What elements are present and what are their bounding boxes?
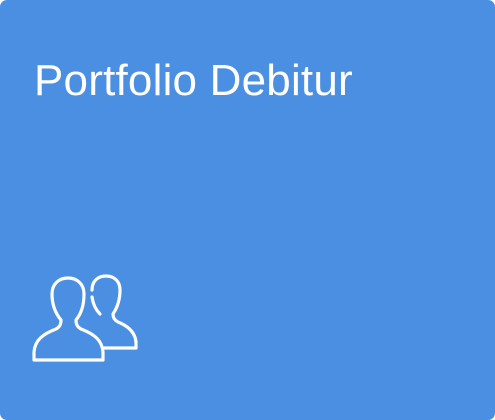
portfolio-debitur-tile[interactable]: Portfolio Debitur: [0, 0, 495, 420]
tile-title: Portfolio Debitur: [34, 56, 353, 105]
users-icon: [30, 270, 142, 366]
